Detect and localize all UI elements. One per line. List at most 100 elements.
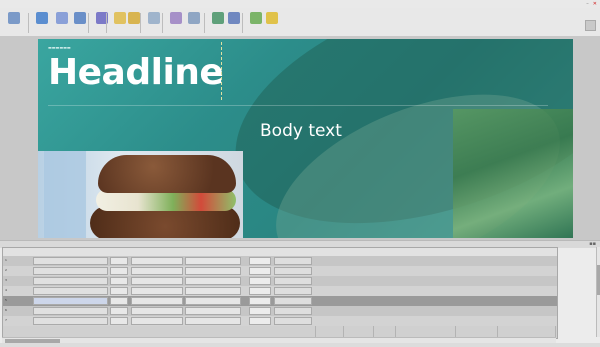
row-name-field[interactable] [33,267,108,275]
row-name-field[interactable] [33,277,108,285]
row-cell-d[interactable] [274,267,312,275]
row-cell-b[interactable] [185,307,241,315]
save-button[interactable] [52,11,72,33]
new-icon [8,12,20,24]
cut-button[interactable] [70,11,90,33]
row-cell-c[interactable] [249,277,271,285]
row-type-dropdown[interactable] [110,257,128,265]
row-cell-c[interactable] [249,297,271,305]
window-controls: – ✕ [586,1,597,7]
background-greens-image [453,109,573,238]
table-row[interactable]: 7 [3,316,557,326]
row-cell-b[interactable] [185,257,241,265]
layout-icon [188,12,200,24]
export-icon [228,12,240,24]
row-number: 5 [5,298,7,302]
row-number: 1 [5,258,7,262]
new-button[interactable] [4,11,24,33]
status-bar [0,343,600,347]
headline-text[interactable]: Headline [48,52,224,93]
row-cell-a[interactable] [131,317,268,325]
slide[interactable]: ▬▬▬▬▬▬ Headline Body text [38,39,573,238]
sandwich-photo[interactable] [38,151,243,238]
vertical-scrollbar[interactable] [596,247,600,337]
row-cell-a[interactable] [131,297,268,305]
layer-icon [170,12,182,24]
row-cell-d[interactable] [274,317,312,325]
open-button[interactable] [32,11,52,33]
layout-button[interactable] [184,11,204,33]
row-cell-d[interactable] [274,257,312,265]
main-toolbar [0,8,600,37]
row-cell-c[interactable] [249,287,271,295]
row-type-dropdown[interactable] [110,267,128,275]
title-bar: – ✕ [0,0,600,8]
toolbar-separator [242,13,243,33]
row-number: 2 [5,268,7,272]
row-cell-a[interactable] [131,307,268,315]
table-row-selected[interactable]: 5 [3,296,557,306]
row-cell-b[interactable] [185,277,241,285]
row-type-dropdown[interactable] [110,307,128,315]
row-type-dropdown[interactable] [110,277,128,285]
row-cell-c[interactable] [249,307,271,315]
options-icon[interactable] [585,20,596,31]
slide-tag: ▬▬▬▬▬▬ [48,45,71,50]
row-cell-b[interactable] [185,267,241,275]
row-cell-c[interactable] [249,317,271,325]
text-icon [128,12,140,24]
row-type-dropdown[interactable] [110,297,128,305]
row-cell-d[interactable] [274,287,312,295]
layer-button[interactable] [166,11,186,33]
row-cell-a[interactable] [131,257,183,265]
body-text[interactable]: Body text [260,121,342,141]
table-row[interactable]: 4 [3,286,557,296]
row-cell-c[interactable] [249,267,271,275]
row-number: 7 [5,318,7,322]
guide-line [221,42,222,100]
toolbar-separator [28,13,29,33]
row-number: 3 [5,278,7,282]
copy-button[interactable] [92,11,112,33]
row-cell-b[interactable] [185,317,241,325]
table-row[interactable]: 6 [3,306,557,316]
table-row[interactable]: 1 [3,256,557,266]
divider-rule [48,105,548,106]
toolbar-separator [140,13,141,33]
canvas-area: ▬▬▬▬▬▬ Headline Body text [0,36,600,240]
table-row[interactable]: 3 [3,276,557,286]
row-name-field[interactable] [33,297,108,305]
grid-header [3,248,557,256]
style-icon [212,12,224,24]
text-button[interactable] [124,11,144,33]
row-cell-d[interactable] [274,297,312,305]
row-cell-a[interactable] [131,287,183,295]
image-icon [148,12,160,24]
table-row[interactable]: 2 [3,266,557,276]
row-name-field[interactable] [33,317,108,325]
toolbar-separator [106,13,107,33]
minimize-icon[interactable]: – [586,1,589,7]
row-name-field[interactable] [33,307,108,315]
toolbar-separator [88,13,89,33]
save-icon [56,12,68,24]
row-type-dropdown[interactable] [110,317,128,325]
row-cell-a[interactable] [131,277,183,285]
publish-button[interactable] [262,11,282,33]
row-cell-b[interactable] [185,297,241,305]
row-cell-d[interactable] [274,307,312,315]
row-cell-c[interactable] [249,257,271,265]
row-cell-d[interactable] [274,277,312,285]
row-cell-b[interactable] [185,287,241,295]
image-button[interactable] [144,11,164,33]
row-name-field[interactable] [33,257,108,265]
row-type-dropdown[interactable] [110,287,128,295]
close-icon[interactable]: ✕ [593,1,597,7]
export-button[interactable] [224,11,244,33]
open-icon [36,12,48,24]
pin-icon[interactable]: ▪▪ [589,241,596,247]
row-name-field[interactable] [33,287,108,295]
publish-icon [266,12,278,24]
cut-icon [74,12,86,24]
row-cell-a[interactable] [131,267,183,275]
